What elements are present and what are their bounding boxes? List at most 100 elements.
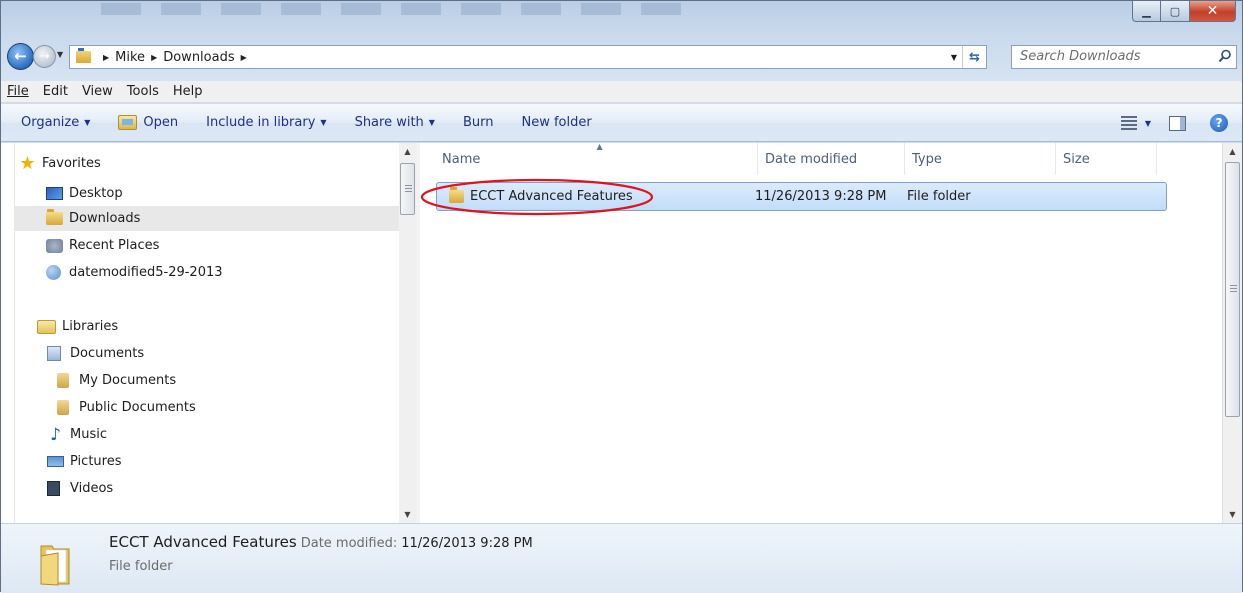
column-header-type[interactable]: Type xyxy=(906,143,1056,175)
search-icon[interactable] xyxy=(1218,49,1232,63)
desktop-icon xyxy=(46,187,63,200)
open-label: Open xyxy=(143,115,179,130)
nav-favorites-label: Favorites xyxy=(42,156,101,171)
dropdown-arrow-icon: ▼ xyxy=(428,118,435,127)
new-folder-label: New folder xyxy=(521,115,592,130)
nav-libraries-label: Libraries xyxy=(62,319,119,334)
column-header-date-modified[interactable]: Date modified xyxy=(759,143,905,175)
preview-pane-icon[interactable] xyxy=(1169,115,1186,131)
nav-favorites[interactable]: ★ Favorites xyxy=(19,151,403,176)
nav-libraries[interactable]: Libraries xyxy=(37,314,399,339)
view-dropdown-arrow-icon[interactable]: ▼ xyxy=(1145,119,1151,128)
file-list-scrollbar[interactable]: ▲ ▼ xyxy=(1222,143,1242,523)
nav-recent-places[interactable]: Recent Places xyxy=(46,233,399,258)
nav-documents-label: Documents xyxy=(70,346,145,361)
menu-view[interactable]: View xyxy=(80,84,115,99)
nav-music-label: Music xyxy=(70,427,107,442)
nav-my-documents[interactable]: My Documents xyxy=(57,368,399,393)
nav-downloads-label: Downloads xyxy=(69,211,141,226)
nav-documents[interactable]: Documents xyxy=(47,341,399,366)
breadcrumb-separator-icon[interactable]: ▶ xyxy=(103,53,109,62)
help-icon[interactable]: ? xyxy=(1210,114,1228,132)
documents-icon xyxy=(47,346,61,361)
title-bar: ▁ ▢ ✕ ← → ▼ ▶ Mike ▶ Downloads ▶ ▼ ⇆ Sea… xyxy=(1,1,1242,81)
address-bar-controls: ▼ ⇆ xyxy=(946,46,986,68)
file-list-scroll-thumb[interactable] xyxy=(1225,162,1240,417)
nav-pictures[interactable]: Pictures xyxy=(47,449,399,474)
nav-music[interactable]: ♪ Music xyxy=(47,422,399,447)
details-date-label: Date modified: xyxy=(300,536,398,551)
row-type: File folder xyxy=(907,189,971,204)
include-in-library-button[interactable]: Include in library ▼ xyxy=(206,115,326,130)
column-date-label: Date modified xyxy=(765,151,858,167)
dropdown-arrow-icon: ▼ xyxy=(320,118,327,127)
my-documents-icon xyxy=(57,373,69,388)
address-dropdown-icon[interactable]: ▼ xyxy=(946,53,962,62)
breadcrumb-separator-icon[interactable]: ▶ xyxy=(241,53,247,62)
nav-desktop[interactable]: Desktop xyxy=(46,181,399,206)
nav-saved-search[interactable]: datemodified5-29-2013 xyxy=(46,260,399,285)
row-date-cell: 11/26/2013 9:28 PM xyxy=(755,183,886,210)
back-button[interactable]: ← xyxy=(7,43,34,70)
open-folder-icon xyxy=(118,115,138,130)
scroll-up-arrow-icon[interactable]: ▲ xyxy=(1223,143,1242,160)
libraries-icon xyxy=(37,319,56,334)
nav-saved-search-label: datemodified5-29-2013 xyxy=(69,265,223,280)
nav-pane-gutter xyxy=(1,143,15,523)
scroll-down-arrow-icon[interactable]: ▼ xyxy=(1223,506,1242,523)
menu-bar: File Edit View Tools Help xyxy=(1,81,1242,103)
breadcrumb-mike[interactable]: Mike xyxy=(115,50,145,65)
dropdown-arrow-icon: ▼ xyxy=(84,118,91,127)
nav-public-documents[interactable]: Public Documents xyxy=(57,395,399,420)
annotation-circle xyxy=(420,178,654,216)
address-bar[interactable]: ▶ Mike ▶ Downloads ▶ ▼ ⇆ xyxy=(69,45,987,69)
menu-edit[interactable]: Edit xyxy=(41,84,70,99)
public-documents-icon xyxy=(57,400,69,415)
close-button[interactable]: ✕ xyxy=(1190,1,1236,22)
new-folder-button[interactable]: New folder xyxy=(521,115,591,130)
menu-tools[interactable]: Tools xyxy=(125,84,161,99)
nav-recent-places-label: Recent Places xyxy=(69,238,160,253)
include-in-library-label: Include in library xyxy=(206,115,316,130)
view-controls: ▼ ? xyxy=(1120,104,1242,142)
recent-pages-dropdown-icon[interactable]: ▼ xyxy=(57,50,66,62)
refresh-icon[interactable]: ⇆ xyxy=(962,46,986,68)
minimize-button[interactable]: ▁ xyxy=(1132,1,1161,22)
breadcrumb-downloads[interactable]: Downloads xyxy=(163,50,234,65)
nav-public-documents-label: Public Documents xyxy=(79,400,196,415)
file-list: ▲ Name Date modified Type Size ECCT Adva… xyxy=(420,142,1222,523)
pictures-icon xyxy=(47,456,64,467)
videos-icon xyxy=(47,481,60,496)
column-header-size[interactable]: Size xyxy=(1057,143,1157,175)
menu-help[interactable]: Help xyxy=(171,84,205,99)
column-type-label: Type xyxy=(912,151,942,167)
open-button[interactable]: Open xyxy=(118,115,178,130)
search-input[interactable]: Search Downloads xyxy=(1011,45,1237,69)
details-name: ECCT Advanced Features xyxy=(109,533,297,551)
scroll-up-arrow-icon[interactable]: ▲ xyxy=(399,143,416,160)
nav-pictures-label: Pictures xyxy=(70,454,122,469)
burn-label: Burn xyxy=(462,115,494,130)
menu-file[interactable]: File xyxy=(5,84,31,99)
scroll-down-arrow-icon[interactable]: ▼ xyxy=(399,506,416,523)
nav-my-documents-label: My Documents xyxy=(79,373,177,388)
maximize-button[interactable]: ▢ xyxy=(1161,1,1190,22)
folder-icon xyxy=(40,545,70,586)
details-pane: ECCT Advanced Features Date modified: 11/2… xyxy=(1,523,1242,593)
search-placeholder: Search Downloads xyxy=(1020,49,1141,64)
column-header-name[interactable]: ▲ Name xyxy=(436,142,758,175)
change-view-icon[interactable] xyxy=(1120,116,1137,130)
burn-button[interactable]: Burn xyxy=(463,115,494,130)
breadcrumb-separator-icon[interactable]: ▶ xyxy=(151,53,157,62)
saved-search-icon xyxy=(46,265,61,280)
share-with-button[interactable]: Share with ▼ xyxy=(355,115,435,130)
forward-button[interactable]: → xyxy=(33,45,56,68)
downloads-folder-icon xyxy=(46,209,63,225)
nav-scroll-thumb[interactable] xyxy=(400,163,415,215)
nav-videos[interactable]: Videos xyxy=(47,476,399,501)
nav-downloads[interactable]: Downloads xyxy=(15,206,399,231)
navigation-pane: ★ Favorites Desktop Downloads Recent Pla… xyxy=(15,143,399,523)
nav-pane-scrollbar[interactable]: ▲ ▼ xyxy=(399,143,416,523)
row-date: 11/26/2013 9:28 PM xyxy=(755,189,887,204)
organize-button[interactable]: Organize ▼ xyxy=(21,115,90,130)
